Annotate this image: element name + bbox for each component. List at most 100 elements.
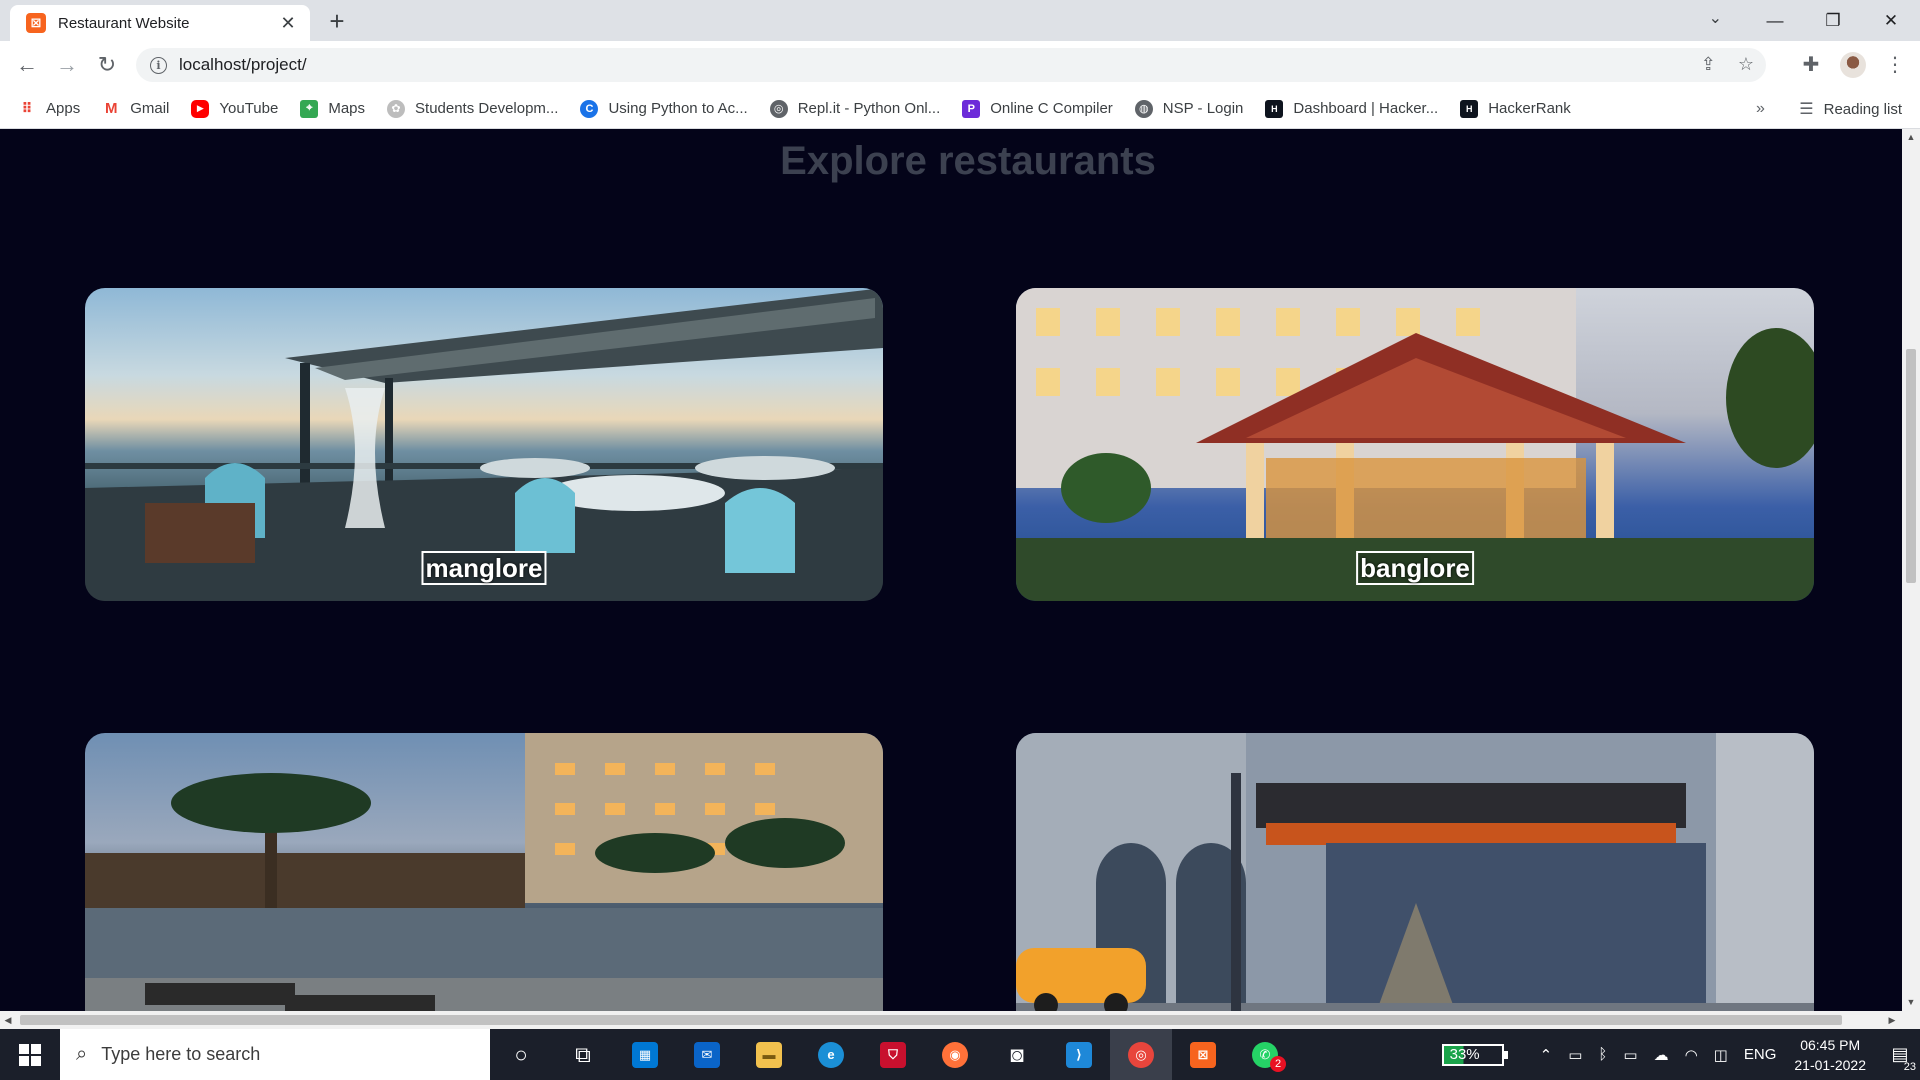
xampp-icon[interactable]: ⊠ [1172,1029,1234,1080]
bookmark-item[interactable]: H Dashboard | Hacker... [1265,99,1438,118]
bookmark-item[interactable]: ⌖ Maps [300,99,366,118]
restaurant-card[interactable] [1016,733,1814,1011]
chrome-icon[interactable]: ◎ [1110,1029,1172,1080]
bookmark-label: HackerRank [1488,100,1571,117]
menu-icon[interactable]: ⋮ [1880,50,1910,80]
bookmark-item[interactable]: ▶ YouTube [191,99,279,118]
search-icon: ⌕ [76,1043,88,1065]
bluetooth-icon[interactable]: ᛒ [1598,1046,1607,1063]
vertical-scrollbar[interactable]: ▲ ▼ [1902,129,1920,1011]
mcafee-icon[interactable]: ⛉ [862,1029,924,1080]
bookmark-item[interactable]: ◎ Repl.it - Python Onl... [769,99,941,118]
bookmark-item[interactable]: ◍ NSP - Login [1134,99,1243,118]
city-label: banglore [1356,551,1474,585]
back-button[interactable]: ← [12,50,42,80]
close-window-button[interactable]: ✕ [1862,0,1920,41]
address-bar[interactable]: i localhost/project/ ⇪ ☆ [136,48,1766,82]
forward-button[interactable]: → [52,50,82,80]
new-tab-button[interactable]: + [322,6,352,36]
clock-time: 06:45 PM [1800,1036,1861,1053]
hotel-night-photo-art [1016,733,1814,1011]
task-view-icon[interactable]: ⧉ [552,1029,614,1080]
xampp-icon: ⊠ [26,13,46,33]
meet-now-icon[interactable]: ▭ [1568,1046,1582,1064]
bookmark-item[interactable]: P Online C Compiler [962,99,1113,118]
scroll-right-arrow-icon[interactable]: ▶ [1884,1011,1900,1029]
bookmark-label: Maps [328,100,366,117]
clock[interactable]: 06:45 PM 21-01-2022 [1794,1035,1866,1075]
page-title: Explore restaurants [780,139,1156,183]
apps-grid-icon: ⠿ [18,99,36,118]
scroll-down-arrow-icon[interactable]: ▼ [1902,994,1920,1011]
info-icon[interactable]: i [150,56,167,74]
minimize-button[interactable]: — [1746,0,1804,41]
restaurant-card-banglore[interactable]: banglore [1016,288,1814,601]
tab-strip: ⊠ Restaurant Website ✕ + ⌄ — ❐ ✕ [0,0,1920,41]
share-icon[interactable]: ⇪ [1701,54,1716,75]
start-button[interactable] [0,1029,60,1080]
display-icon[interactable]: ◫ [1714,1046,1728,1064]
horizontal-scrollbar[interactable]: ◀ ▶ [0,1011,1920,1029]
bookmark-label: YouTube [219,100,279,117]
scroll-left-arrow-icon[interactable]: ◀ [0,1011,16,1029]
close-icon[interactable]: ✕ [278,13,298,34]
taskbar-apps: ○ ⧉ ▦ ✉ ▬ e ⛉ ◉ ◙ ⟩ ◎ ⊠ ✆ 2 [490,1029,1296,1080]
students-icon: ✿ [387,99,406,118]
bookmarks-bar: ⠿ Apps M Gmail ▶ YouTube ⌖ Maps ✿ Studen… [0,89,1920,129]
bookmark-label: Online C Compiler [990,100,1113,117]
reading-list-icon: ☰ [1799,101,1814,118]
file-explorer-icon[interactable]: ▬ [738,1029,800,1080]
restore-button[interactable]: ❐ [1804,0,1862,41]
hackerrank-icon: H [1460,99,1479,118]
edge-icon[interactable]: e [800,1029,862,1080]
scrollbar-thumb[interactable] [20,1015,1842,1025]
maps-icon: ⌖ [300,99,319,118]
store-icon[interactable]: ▦ [614,1029,676,1080]
bookmark-label: Repl.it - Python Onl... [797,100,941,117]
page-viewport: Explore restaurants manglore banglore [0,129,1902,1011]
show-hidden-icons[interactable]: ⌃ [1540,1046,1553,1064]
taskbar-search[interactable]: ⌕ Type here to search [60,1029,490,1080]
bookmark-item[interactable]: C Using Python to Ac... [580,99,748,118]
bookmark-star-icon[interactable]: ☆ [1738,54,1754,75]
reading-list-button[interactable]: ☰ Reading list [1799,89,1902,129]
battery-indicator[interactable]: 33% [1441,1043,1508,1066]
whatsapp-icon[interactable]: ✆ 2 [1234,1029,1296,1080]
bookmark-item[interactable]: ✿ Students Developm... [387,99,558,118]
onedrive-icon[interactable]: ☁ [1654,1046,1669,1064]
system-tray: 33% ⌃ ▭ ᛒ ▭ ☁ ◠ ◫ ENG 06:45 PM 21-01-202… [1441,1029,1920,1080]
notification-center-icon[interactable]: ▤ 23 [1880,1044,1920,1073]
wifi-icon[interactable]: ◠ [1685,1046,1698,1064]
browser-toolbar: ← → ↻ i localhost/project/ ⇪ ☆ ✚ ⋮ [0,41,1920,89]
coursera-icon: C [580,99,599,118]
cortana-icon[interactable]: ○ [490,1029,552,1080]
search-placeholder: Type here to search [101,1044,261,1064]
language-indicator[interactable]: ENG [1744,1046,1777,1063]
clock-date: 21-01-2022 [1794,1056,1866,1073]
profile-avatar[interactable] [1840,52,1866,78]
bookmark-item[interactable]: ⠿ Apps [18,99,80,118]
browser-tab[interactable]: ⊠ Restaurant Website ✕ [10,5,310,41]
reading-list-label: Reading list [1823,100,1902,118]
firefox-icon[interactable]: ◉ [924,1029,986,1080]
replit-icon: ◎ [769,99,788,118]
hackerrank-icon: H [1265,99,1284,118]
tab-search-icon[interactable]: ⌄ [1709,8,1722,28]
mail-icon[interactable]: ✉ [676,1029,738,1080]
resort-photo-art [85,733,883,1011]
extensions-icon[interactable]: ✚ [1796,50,1826,80]
bookmark-item[interactable]: M Gmail [102,99,170,118]
battery-icon[interactable]: ▭ [1623,1046,1637,1064]
restaurant-card-manglore[interactable]: manglore [85,288,883,601]
bookmark-item[interactable]: H HackerRank [1460,99,1571,118]
bookmark-label: Gmail [130,100,170,117]
scroll-up-arrow-icon[interactable]: ▲ [1902,129,1920,146]
reload-button[interactable]: ↻ [92,50,122,80]
camera-icon[interactable]: ◙ [986,1029,1048,1080]
youtube-icon: ▶ [191,99,210,118]
restaurant-card[interactable] [85,733,883,1011]
globe-icon: ◍ [1134,99,1153,118]
more-bookmarks-button[interactable]: » [1756,89,1765,129]
scrollbar-thumb[interactable] [1906,349,1916,583]
vscode-icon[interactable]: ⟩ [1048,1029,1110,1080]
